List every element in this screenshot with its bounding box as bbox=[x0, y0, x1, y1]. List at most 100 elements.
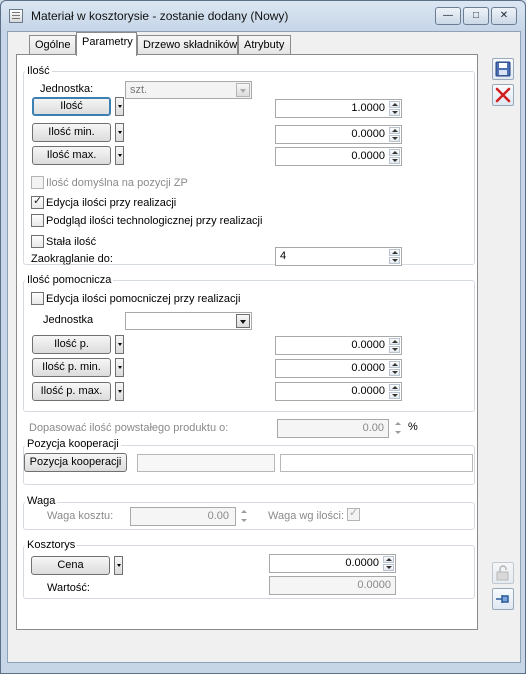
ilosc-p-dropdown-button[interactable] bbox=[115, 335, 124, 354]
ilosc-min-spinner[interactable] bbox=[389, 127, 400, 142]
waga-wg-ilosci-checkbox: ✓ bbox=[347, 507, 360, 521]
spin-down-icon bbox=[239, 517, 250, 525]
zaokraglanie-field[interactable]: 4 bbox=[275, 247, 402, 266]
ilosc-p-min-button[interactable]: Ilość p. min. bbox=[32, 358, 111, 377]
spin-down-icon[interactable] bbox=[389, 369, 400, 376]
ilosc-p-max-dropdown-button[interactable] bbox=[115, 382, 124, 401]
ilosc-dropdown-button[interactable] bbox=[115, 97, 124, 116]
cena-spinner[interactable] bbox=[383, 556, 394, 571]
spin-up-icon[interactable] bbox=[389, 361, 400, 368]
lock-icon bbox=[496, 565, 509, 581]
minimize-button[interactable]: — bbox=[435, 7, 461, 25]
ilosc-max-field[interactable]: 0.0000 bbox=[275, 147, 402, 166]
pozycja-kooperacji-field-2[interactable] bbox=[280, 454, 473, 472]
ilosc-p-max-button[interactable]: Ilość p. max. bbox=[32, 382, 111, 401]
pozycja-kooperacji-field-1 bbox=[137, 454, 275, 472]
spin-down-icon[interactable] bbox=[389, 135, 400, 142]
lock-button[interactable] bbox=[492, 562, 514, 584]
ilosc-p-max-spinner[interactable] bbox=[389, 384, 400, 399]
kosztorys-title: Kosztorys bbox=[25, 539, 78, 551]
maximize-button[interactable]: □ bbox=[463, 7, 489, 25]
zaokraglanie-spinner[interactable] bbox=[389, 249, 400, 264]
edycja-ilosci-pomocniczej-checkbox[interactable] bbox=[31, 292, 44, 305]
spin-up-icon[interactable] bbox=[389, 384, 400, 391]
pozycja-kooperacji-button[interactable]: Pozycja kooperacji bbox=[24, 453, 127, 472]
checkmark-icon: ✓ bbox=[349, 507, 359, 519]
tab-atrybuty[interactable]: Atrybuty bbox=[238, 35, 291, 55]
spin-up-icon[interactable] bbox=[389, 149, 400, 156]
ilosc-p-field[interactable]: 0.0000 bbox=[275, 336, 402, 355]
ilosc-spinner[interactable] bbox=[389, 101, 400, 116]
app-icon bbox=[9, 9, 23, 23]
edycja-ilosci-label[interactable]: Edycja ilości przy realizacji bbox=[46, 197, 176, 209]
dopasowac-field: 0.00 bbox=[277, 419, 389, 438]
ilosc-button[interactable]: Ilość bbox=[32, 97, 111, 116]
edycja-ilosci-checkbox[interactable]: ✓ bbox=[31, 195, 44, 209]
pin-button[interactable] bbox=[492, 588, 514, 610]
podglad-ilosci-checkbox[interactable] bbox=[31, 214, 44, 227]
ilosc-field[interactable]: 1.0000 bbox=[275, 99, 402, 118]
delete-icon bbox=[495, 87, 511, 103]
spin-down-icon[interactable] bbox=[383, 564, 394, 571]
ilosc-group-title: Ilość bbox=[25, 65, 52, 77]
ilosc-min-field[interactable]: 0.0000 bbox=[275, 125, 402, 144]
spin-up-icon[interactable] bbox=[383, 556, 394, 563]
delete-button[interactable] bbox=[492, 84, 514, 106]
ilosc-min-dropdown-button[interactable] bbox=[115, 123, 124, 142]
spin-down-icon[interactable] bbox=[389, 157, 400, 164]
jednostka-value: szt. bbox=[130, 84, 148, 96]
chevron-down-icon[interactable] bbox=[236, 314, 250, 328]
cena-dropdown-button[interactable] bbox=[114, 556, 123, 575]
waga-kosztu-value: 0.00 bbox=[207, 510, 229, 522]
ilosc-value: 1.0000 bbox=[351, 102, 385, 114]
tab-ogolne[interactable]: Ogólne bbox=[29, 35, 76, 55]
ilosc-domyslna-label: Ilość domyślna na pozycji ZP bbox=[46, 177, 188, 189]
spin-down-icon bbox=[393, 429, 404, 437]
ilosc-p-max-field[interactable]: 0.0000 bbox=[275, 382, 402, 401]
jednostka-select: szt. bbox=[125, 81, 252, 99]
dopasowac-spinner bbox=[393, 420, 404, 437]
spin-down-icon[interactable] bbox=[389, 257, 400, 264]
ilosc-min-button[interactable]: Ilość min. bbox=[32, 123, 111, 142]
chevron-down-icon bbox=[236, 83, 250, 97]
ilosc-max-spinner[interactable] bbox=[389, 149, 400, 164]
ilosc-p-max-value: 0.0000 bbox=[351, 385, 385, 397]
save-button[interactable] bbox=[492, 58, 514, 80]
spin-up-icon bbox=[239, 508, 250, 516]
ilosc-p-value: 0.0000 bbox=[351, 339, 385, 351]
wartosc-label: Wartość: bbox=[47, 582, 90, 594]
ilosc-p-spinner[interactable] bbox=[389, 338, 400, 353]
cena-value: 0.0000 bbox=[345, 557, 379, 569]
title-bar[interactable]: Materiał w kosztorysie - zostanie dodany… bbox=[1, 1, 525, 31]
checkmark-icon: ✓ bbox=[33, 195, 43, 207]
spin-up-icon[interactable] bbox=[389, 127, 400, 134]
percent-unit-label: % bbox=[408, 421, 418, 433]
stala-ilosc-checkbox[interactable] bbox=[31, 235, 44, 248]
spin-up-icon[interactable] bbox=[389, 338, 400, 345]
jednostka-pomocnicza-select[interactable] bbox=[125, 312, 252, 330]
cena-field[interactable]: 0.0000 bbox=[269, 554, 396, 573]
stala-ilosc-label[interactable]: Stała ilość bbox=[46, 236, 96, 248]
waga-kosztu-spinner bbox=[239, 508, 250, 525]
ilosc-p-min-dropdown-button[interactable] bbox=[115, 358, 124, 377]
spin-down-icon[interactable] bbox=[389, 109, 400, 116]
spin-up-icon[interactable] bbox=[389, 101, 400, 108]
window-title: Materiał w kosztorysie - zostanie dodany… bbox=[31, 9, 289, 23]
edycja-ilosci-pomocniczej-label[interactable]: Edycja ilości pomocniczej przy realizacj… bbox=[46, 293, 240, 305]
spin-down-icon[interactable] bbox=[389, 392, 400, 399]
zaokraglanie-label: Zaokrąglanie do: bbox=[31, 253, 113, 265]
close-button[interactable]: ✕ bbox=[491, 7, 517, 25]
save-icon bbox=[495, 61, 511, 77]
ilosc-max-button[interactable]: Ilość max. bbox=[32, 146, 111, 165]
ilosc-min-value: 0.0000 bbox=[351, 128, 385, 140]
ilosc-p-min-spinner[interactable] bbox=[389, 361, 400, 376]
spin-down-icon[interactable] bbox=[389, 346, 400, 353]
spin-up-icon[interactable] bbox=[389, 249, 400, 256]
ilosc-max-dropdown-button[interactable] bbox=[115, 146, 124, 165]
tab-drzewo-skladnikow[interactable]: Drzewo składników bbox=[137, 35, 238, 55]
podglad-ilosci-label[interactable]: Podgląd ilości technologicznej przy real… bbox=[46, 215, 262, 227]
ilosc-p-min-field[interactable]: 0.0000 bbox=[275, 359, 402, 378]
cena-button[interactable]: Cena bbox=[31, 556, 110, 575]
tab-parametry[interactable]: Parametry bbox=[76, 32, 137, 56]
ilosc-p-button[interactable]: Ilość p. bbox=[32, 335, 111, 354]
